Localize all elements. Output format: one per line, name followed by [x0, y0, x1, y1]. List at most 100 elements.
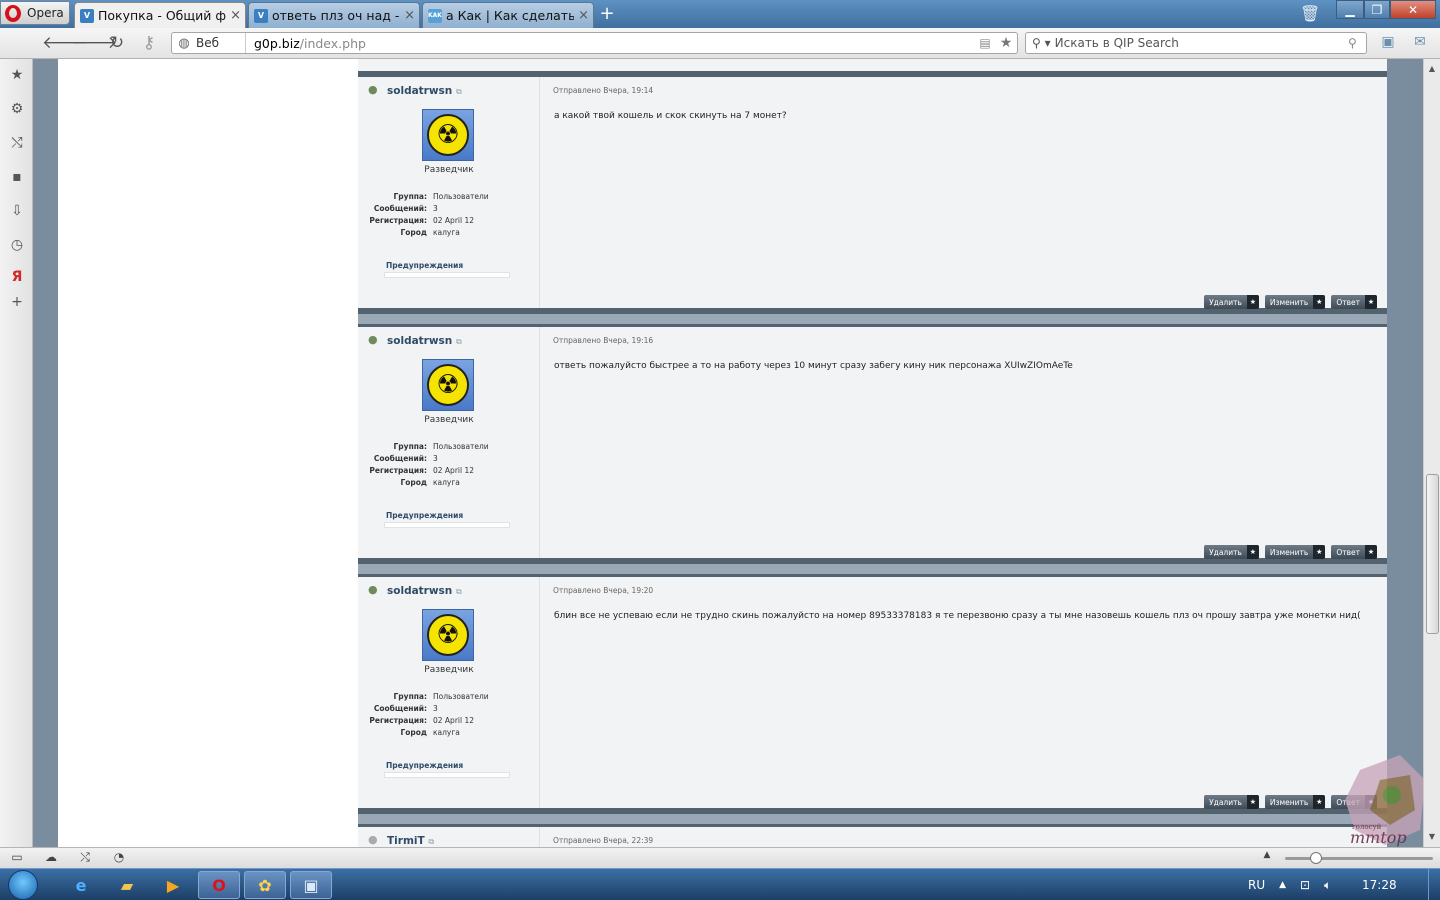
maximize-button[interactable]: ❐ — [1364, 0, 1390, 19]
show-desktop-button[interactable] — [1428, 869, 1440, 900]
edit-button[interactable]: Изменить ★ — [1264, 545, 1326, 559]
new-tab-button[interactable]: + — [596, 5, 618, 23]
cloud-icon[interactable]: ☁ — [42, 850, 60, 866]
external-link-icon: ⧉ — [428, 837, 435, 846]
post-date: Отправлено Вчера, 19:16 — [553, 336, 654, 345]
vertical-scrollbar[interactable]: ▲ ▼ — [1423, 59, 1440, 847]
scroll-up-icon[interactable]: ▲ — [1424, 61, 1440, 77]
mail-icon[interactable]: ✉ — [1410, 34, 1430, 52]
tab-close-icon[interactable]: × — [578, 8, 589, 23]
search-bar[interactable]: ⚲ ▾ Искать в QIP Search ⚲ — [1025, 32, 1367, 54]
delete-button[interactable]: Удалить ★ — [1204, 795, 1259, 809]
warnings-bar — [384, 272, 510, 278]
delete-button[interactable]: Удалить ★ — [1204, 295, 1259, 309]
window-taskbar-icon[interactable]: ▣ — [290, 871, 332, 899]
info-label: Группа: — [393, 192, 427, 201]
media-player-icon[interactable]: ▶ — [152, 871, 194, 899]
info-value: калуга — [433, 228, 460, 237]
delete-button[interactable]: Удалить ★ — [1204, 545, 1259, 559]
post-author-name[interactable]: soldatrwsn ⧉ — [387, 335, 462, 347]
tab-3[interactable]: KAK а Как | Как сделать скр... × — [422, 2, 594, 28]
zoom-slider[interactable] — [1285, 857, 1433, 860]
opera-menu-button[interactable]: Opera — [0, 1, 70, 25]
view-toggle-icon[interactable]: ▲ — [1258, 850, 1276, 866]
close-window-button[interactable]: ✕ — [1390, 0, 1436, 19]
scroll-thumb[interactable] — [1426, 474, 1439, 634]
info-value: калуга — [433, 728, 460, 737]
opera-logo-icon — [5, 4, 21, 22]
qip-taskbar-icon[interactable]: ✿ — [244, 871, 286, 899]
warnings-label: Предупреждения — [386, 761, 464, 770]
rss-icon[interactable]: ▤ — [975, 36, 995, 50]
tray-expand-icon[interactable]: ▲ — [1279, 880, 1286, 890]
network-icon[interactable]: ⊡ — [1300, 878, 1310, 892]
radiation-icon: ☢ — [427, 614, 469, 656]
post-author-name[interactable]: TirmiT ⧉ — [387, 835, 434, 847]
volume-icon[interactable]: 🔈︎ — [1324, 878, 1331, 893]
edit-button[interactable]: Изменить ★ — [1264, 295, 1326, 309]
address-bar[interactable]: ◍ Веб g0p.biz/index.php ▤ ★ — [171, 32, 1018, 54]
post-author-name[interactable]: soldatrwsn ⧉ — [387, 85, 462, 97]
forum-thread: ● soldatrwsn ⧉ ☢ Разведчик Группа: Пользо… — [358, 59, 1387, 847]
key-icon[interactable]: ⚷ — [137, 33, 161, 53]
unite-icon[interactable]: ⤭ — [7, 133, 27, 153]
history-clock-icon[interactable]: ◷ — [7, 235, 27, 255]
star-icon: ★ — [1246, 295, 1259, 309]
search-input[interactable]: Искать в QIP Search — [1055, 36, 1344, 50]
mmtop-vote-badge[interactable]: голосуй mmtop — [1330, 750, 1430, 850]
avatar: ☢ — [422, 359, 474, 411]
warnings-bar — [384, 772, 510, 778]
post-author-name[interactable]: soldatrwsn ⧉ — [387, 585, 462, 597]
reply-button[interactable]: Ответ★ — [1331, 295, 1377, 309]
add-panel-icon[interactable]: + — [7, 292, 27, 312]
info-label: Сообщений: — [373, 454, 427, 463]
tab-2[interactable]: V ответь плз оч над - Об... × — [248, 2, 420, 28]
forward-button[interactable]: 🡒 — [72, 33, 118, 53]
bookmark-star-icon[interactable]: ★ — [995, 35, 1017, 51]
tab-label: Покупка - Общий фо... — [98, 8, 227, 23]
tab-close-icon[interactable]: × — [404, 8, 415, 23]
tab-favicon-icon: V — [80, 8, 94, 23]
opera-link-icon[interactable]: ▣ — [1378, 34, 1398, 52]
notes-icon[interactable]: ▪ — [7, 167, 27, 187]
zoom-slider-handle[interactable] — [1310, 852, 1322, 864]
language-indicator[interactable]: RU — [1248, 878, 1265, 892]
widgets-gear-icon[interactable]: ⚙ — [7, 99, 27, 119]
url-path: /index.php — [299, 35, 366, 51]
post-author-column: ● TirmiT ⧉ — [358, 827, 540, 847]
user-icon: ● — [368, 333, 378, 346]
tab-label: ответь плз оч над - Об... — [272, 8, 400, 23]
tab-1[interactable]: V Покупка - Общий фо... × — [74, 2, 246, 28]
panel-toggle-icon[interactable]: ▭ — [8, 850, 26, 866]
search-engine-icon[interactable]: ⚲ ▾ — [1032, 36, 1051, 50]
info-value: калуга — [433, 478, 460, 487]
info-label: Группа: — [393, 442, 427, 451]
speed-dial-icon[interactable]: ◔ — [110, 850, 128, 866]
globe-icon: ◍ — [178, 35, 190, 51]
edit-button[interactable]: Изменить ★ — [1264, 795, 1326, 809]
address-url[interactable]: g0p.biz/index.php — [246, 36, 975, 51]
scroll-down-icon[interactable]: ▼ — [1424, 829, 1440, 845]
unite-status-icon[interactable]: ⤭ — [76, 850, 94, 866]
user-rank: Разведчик — [424, 665, 474, 675]
search-icon[interactable]: ⚲ — [1348, 36, 1366, 50]
internet-explorer-icon[interactable]: e — [60, 871, 102, 899]
reply-button[interactable]: Ответ★ — [1331, 545, 1377, 559]
bookmarks-icon[interactable]: ★ — [7, 65, 27, 85]
back-button[interactable]: 🡐 — [42, 33, 88, 53]
star-icon: ★ — [1313, 295, 1326, 309]
tab-bar: Opera V Покупка - Общий фо... × V ответь… — [0, 0, 1440, 28]
address-mode-label[interactable]: Веб — [196, 33, 246, 53]
opera-taskbar-icon[interactable]: O — [198, 871, 240, 899]
minimize-button[interactable]: ▁ — [1336, 0, 1364, 19]
downloads-icon[interactable]: ⇩ — [7, 201, 27, 221]
trash-icon[interactable]: 🗑︎ — [1300, 4, 1320, 24]
clock[interactable]: 17:28 — [1362, 878, 1397, 892]
explorer-folder-icon[interactable]: ▰ — [106, 871, 148, 899]
external-link-icon: ⧉ — [455, 587, 462, 596]
start-button[interactable] — [8, 870, 38, 900]
tab-close-icon[interactable]: × — [230, 8, 241, 23]
reload-button[interactable]: ↻ — [105, 33, 129, 53]
post-author-column: ● soldatrwsn ⧉ ☢ Разведчик Группа: Пользо… — [358, 577, 540, 808]
yandex-icon[interactable]: Я — [7, 267, 27, 287]
